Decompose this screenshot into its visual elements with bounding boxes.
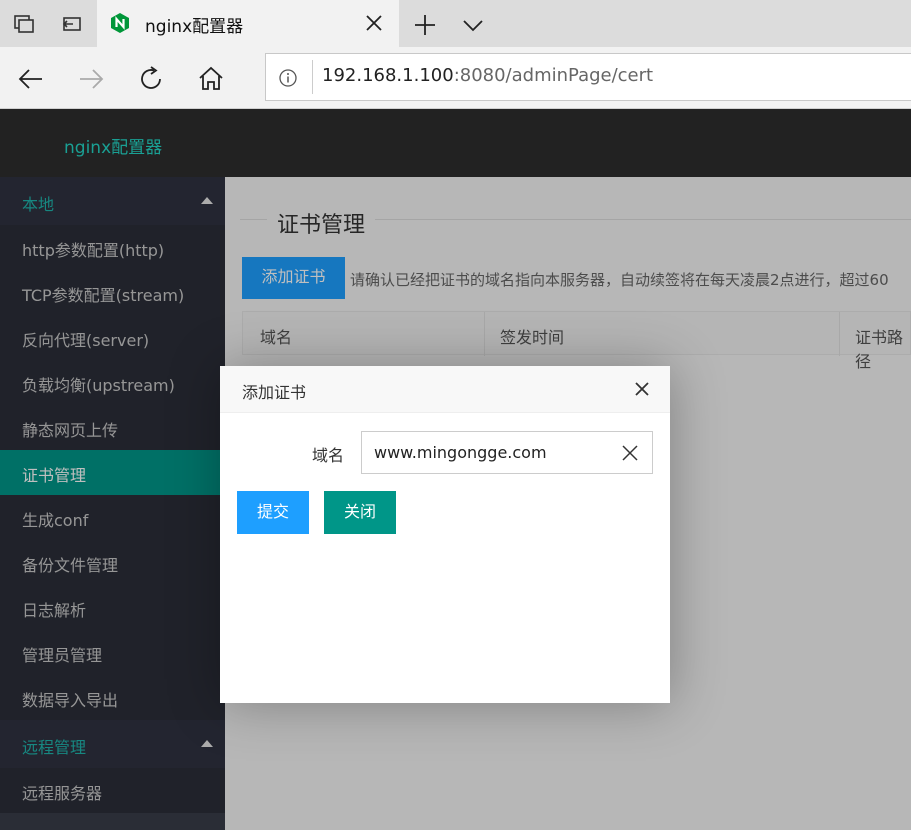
set-tabs-aside-icon[interactable]	[58, 10, 86, 38]
domain-field-label: 域名	[312, 446, 345, 465]
add-cert-button[interactable]: 添加证书	[242, 257, 345, 299]
sidebar-item-label: 远程服务器	[22, 784, 103, 803]
sidebar-item-backup[interactable]: 备份文件管理	[0, 540, 225, 585]
sidebar-item-label: TCP参数配置(stream)	[22, 286, 185, 305]
sidebar-remote-items: 远程服务器	[0, 768, 225, 813]
page-title: 证书管理	[267, 207, 376, 239]
sidebar-item-label: 证书管理	[22, 466, 87, 485]
sidebar-item-label: http参数配置(http)	[22, 241, 165, 260]
sidebar-item-import-export[interactable]: 数据导入导出	[0, 675, 225, 720]
home-icon[interactable]	[196, 64, 226, 94]
info-icon[interactable]	[278, 68, 298, 88]
nginx-favicon-icon	[111, 13, 129, 33]
sidebar-item-label: 数据导入导出	[22, 691, 119, 710]
browser-tab-active[interactable]: nginx配置器	[97, 0, 399, 47]
sidebar-item-http[interactable]: http参数配置(http)	[0, 225, 225, 270]
column-divider	[839, 312, 840, 356]
tab-actions-icon[interactable]	[10, 10, 38, 38]
dialog-title: 添加证书	[242, 383, 307, 402]
dialog-header: 添加证书	[220, 366, 670, 413]
sidebar-local-items: http参数配置(http) TCP参数配置(stream) 反向代理(serv…	[0, 225, 225, 720]
forward-icon[interactable]	[76, 64, 106, 94]
close-icon[interactable]	[634, 381, 650, 397]
domain-input[interactable]	[361, 431, 653, 474]
chevron-down-icon[interactable]	[460, 12, 486, 38]
new-tab-icon[interactable]	[412, 12, 438, 38]
browser-address-bar: 192.168.1.100:8080/adminPage/cert	[0, 47, 911, 109]
sidebar-item-conf[interactable]: 生成conf	[0, 495, 225, 540]
url-path: :8080/adminPage/cert	[453, 65, 654, 86]
caret-up-icon	[201, 197, 213, 204]
column-header-cert-path[interactable]: 证书路径	[855, 324, 910, 372]
sidebar-item-tcp[interactable]: TCP参数配置(stream)	[0, 270, 225, 315]
sidebar-group-label: 远程管理	[22, 738, 87, 757]
close-button[interactable]: 关闭	[324, 491, 396, 534]
app-header: nginx配置器	[0, 109, 911, 177]
url-bar[interactable]: 192.168.1.100:8080/adminPage/cert	[265, 53, 911, 101]
sidebar-item-label: 日志解析	[22, 601, 87, 620]
sidebar-item-remote-server[interactable]: 远程服务器	[0, 768, 225, 813]
sidebar-item-label: 生成conf	[22, 511, 89, 530]
sidebar-group-remote[interactable]: 远程管理	[0, 720, 225, 768]
sidebar-item-label: 负载均衡(upstream)	[22, 376, 175, 395]
sidebar-item-label: 静态网页上传	[22, 421, 119, 440]
browser-tab-bar: nginx配置器	[0, 0, 911, 47]
column-divider	[484, 312, 485, 356]
sidebar-group-label: 本地	[22, 195, 55, 214]
page-legend: 证书管理	[240, 197, 911, 239]
sidebar-item-static-upload[interactable]: 静态网页上传	[0, 405, 225, 450]
url-host: 192.168.1.100	[322, 65, 454, 86]
app-logo[interactable]: nginx配置器	[64, 133, 162, 158]
sidebar-item-log[interactable]: 日志解析	[0, 585, 225, 630]
submit-button[interactable]: 提交	[237, 491, 309, 534]
sidebar-item-admin[interactable]: 管理员管理	[0, 630, 225, 675]
back-icon[interactable]	[16, 64, 46, 94]
sidebar-item-server[interactable]: 反向代理(server)	[0, 315, 225, 360]
sidebar-item-upstream[interactable]: 负载均衡(upstream)	[0, 360, 225, 405]
tab-title: nginx配置器	[145, 17, 244, 37]
url-text[interactable]: 192.168.1.100:8080/adminPage/cert	[322, 65, 653, 86]
column-header-issue-time[interactable]: 签发时间	[500, 324, 564, 348]
sidebar-group-local[interactable]: 本地	[0, 177, 225, 225]
url-separator	[312, 60, 313, 94]
caret-up-icon	[201, 740, 213, 747]
table-header: 域名 签发时间 证书路径	[242, 311, 911, 371]
sidebar-item-cert[interactable]: 证书管理	[0, 450, 225, 495]
sidebar-item-label: 反向代理(server)	[22, 331, 150, 350]
sidebar-item-label: 管理员管理	[22, 646, 103, 665]
hint-text: 请确认已经把证书的域名指向本服务器，自动续签将在每天凌晨2点进行，超过60	[350, 271, 889, 289]
clear-input-icon[interactable]	[622, 445, 638, 461]
refresh-icon[interactable]	[136, 64, 166, 94]
tab-close-icon[interactable]	[363, 12, 385, 34]
add-cert-dialog: 添加证书 域名 提交 关闭	[220, 366, 670, 703]
sidebar: 本地 http参数配置(http) TCP参数配置(stream) 反向代理(s…	[0, 177, 225, 830]
sidebar-item-label: 备份文件管理	[22, 556, 119, 575]
column-header-domain[interactable]: 域名	[260, 324, 292, 348]
